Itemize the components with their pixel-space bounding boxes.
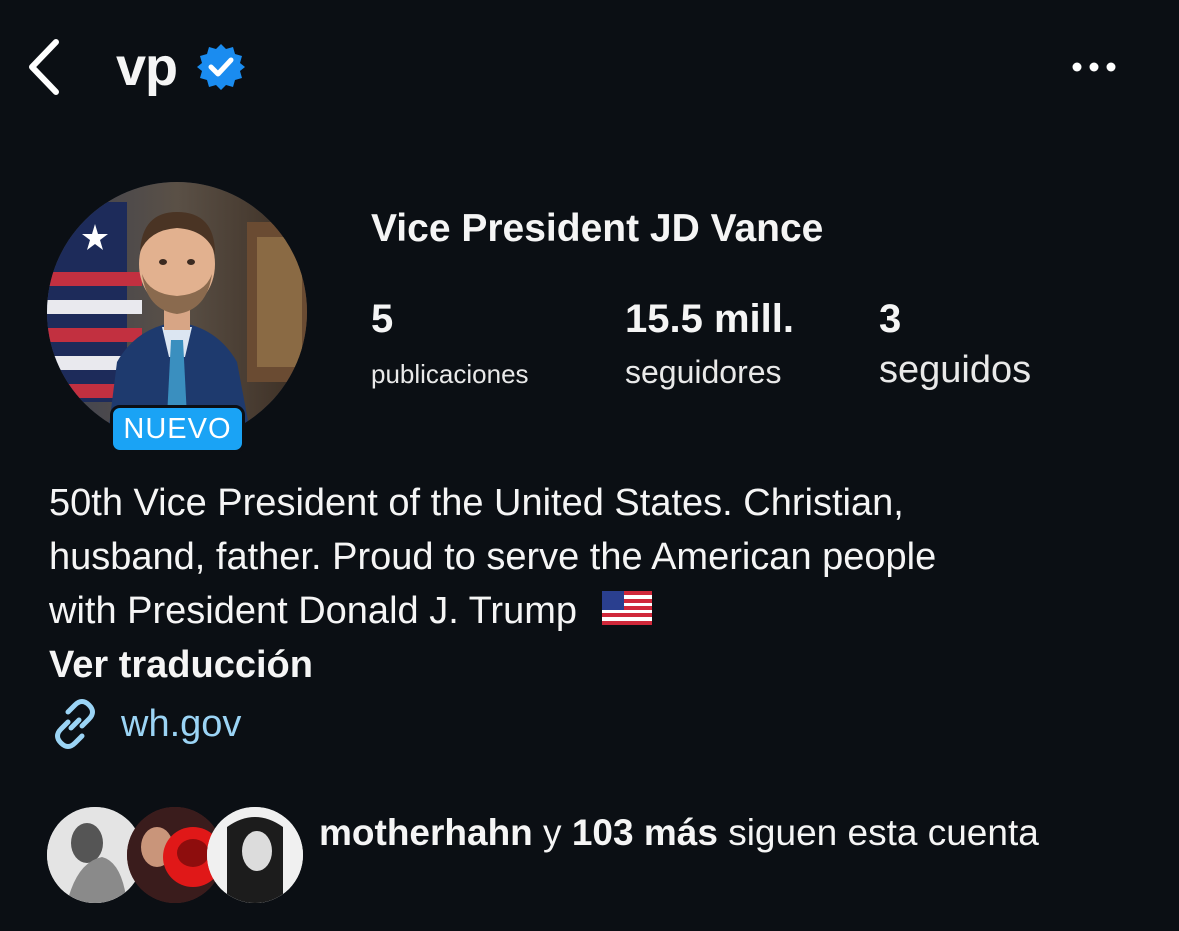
link-icon [55, 699, 95, 749]
following-count[interactable]: 3 [879, 296, 901, 342]
chevron-left-icon [29, 39, 59, 95]
bio-line: husband, father. Proud to serve the Amer… [49, 536, 937, 578]
us-flag-icon [601, 586, 652, 640]
posts-count[interactable]: 5 [371, 296, 393, 342]
profile-username: vp [116, 37, 178, 97]
mutual-follower-name[interactable]: motherhahn [319, 812, 533, 853]
mutual-followers-avatars[interactable] [47, 807, 303, 907]
profile-display-name: Vice President JD Vance [371, 207, 824, 250]
ellipsis-horizontal-icon [1072, 62, 1116, 72]
profile-link-text[interactable]: wh.gov [121, 703, 241, 746]
bio-line-text: with President Donald J. Trump [49, 590, 578, 632]
see-translation-link[interactable]: Ver traducción [49, 638, 313, 692]
more-options-button[interactable] [1066, 52, 1122, 82]
profile-avatar-container[interactable] [47, 182, 307, 442]
mutual-followers-text[interactable]: motherhahn y 103 más siguen esta cuenta [319, 806, 1139, 860]
following-label[interactable]: seguidos [879, 350, 1031, 390]
new-badge: NUEVO [110, 405, 245, 453]
profile-link[interactable]: wh.gov [49, 697, 241, 751]
followers-label[interactable]: seguidores [625, 352, 782, 392]
mutual-suffix: siguen esta cuenta [717, 812, 1039, 853]
profile-bio: 50th Vice President of the United States… [49, 476, 1149, 640]
back-button[interactable] [22, 36, 70, 98]
mutual-follower-avatar[interactable] [207, 807, 303, 903]
posts-label[interactable]: publicaciones [371, 354, 529, 394]
mutual-count[interactable]: 103 más [572, 812, 718, 853]
profile-avatar[interactable] [47, 182, 307, 442]
mutual-connector: y [532, 812, 572, 853]
bio-line: 50th Vice President of the United States… [49, 482, 904, 524]
followers-count[interactable]: 15.5 mill. [625, 296, 794, 342]
bio-line: with President Donald J. Trump [49, 584, 1149, 640]
verified-badge-icon [196, 42, 246, 92]
